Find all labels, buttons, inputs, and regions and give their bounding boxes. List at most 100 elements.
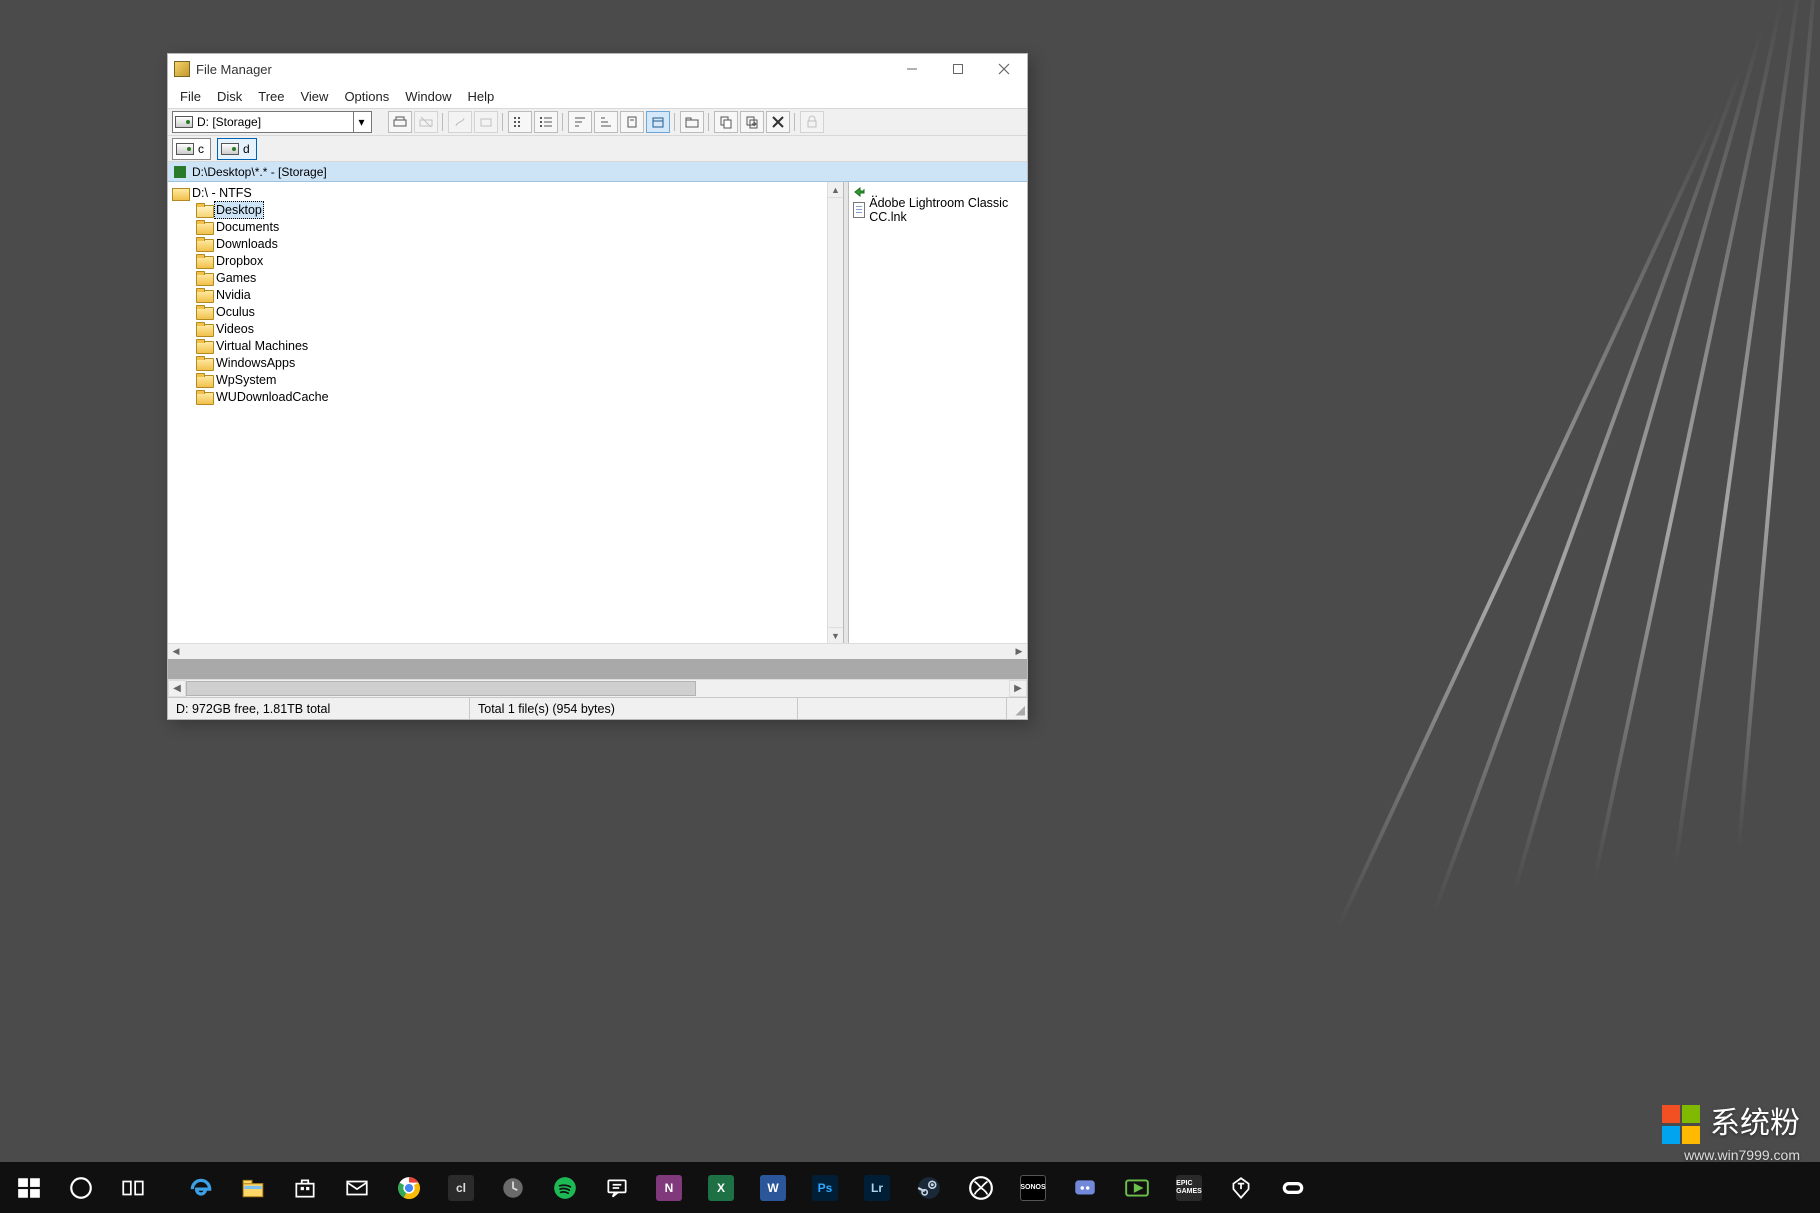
drive-icon (176, 143, 194, 155)
tree-folder[interactable]: WpSystem (172, 371, 839, 388)
file-pane[interactable]: .. Adobe Lightroom Classic CC.lnk ◀▶ (849, 182, 1027, 659)
taskbar-steam-icon[interactable] (904, 1162, 954, 1213)
cortana-button[interactable] (56, 1162, 106, 1213)
menu-view[interactable]: View (292, 87, 336, 106)
taskbar-photoshop-icon[interactable]: Ps (800, 1162, 850, 1213)
tree-folder-label: WUDownloadCache (216, 389, 329, 405)
minimize-button[interactable] (889, 54, 935, 84)
taskbar-excel-icon[interactable]: X (696, 1162, 746, 1213)
tb-stopshare-button[interactable] (474, 111, 498, 133)
taskbar-oculus-icon[interactable] (1268, 1162, 1318, 1213)
document-window: D:\Desktop\*.* - [Storage] D:\ - NTFS De… (168, 162, 1027, 659)
taskbar-destiny-icon[interactable] (1216, 1162, 1266, 1213)
taskbar-edge-icon[interactable] (176, 1162, 226, 1213)
tree-folder[interactable]: WindowsApps (172, 354, 839, 371)
folder-icon (196, 356, 212, 369)
tree-folder-label: Dropbox (216, 253, 263, 269)
tree-folder[interactable]: Videos (172, 320, 839, 337)
statusbar: D: 972GB free, 1.81TB total Total 1 file… (168, 697, 1027, 719)
taskbar-xbox-icon[interactable] (956, 1162, 1006, 1213)
taskbar-mail-icon[interactable] (332, 1162, 382, 1213)
folder-icon (196, 322, 212, 335)
taskbar-spotify-icon[interactable] (540, 1162, 590, 1213)
document-titlebar[interactable]: D:\Desktop\*.* - [Storage] (168, 162, 1027, 182)
drive-tabs: c d (168, 136, 1027, 162)
tree-folder-label: Virtual Machines (216, 338, 308, 354)
tree-folder[interactable]: Nvidia (172, 286, 839, 303)
taskbar-feedback-icon[interactable] (592, 1162, 642, 1213)
scrollbar-thumb[interactable] (186, 681, 696, 696)
tree-folder[interactable]: Dropbox (172, 252, 839, 269)
tree-folder-label: Games (216, 270, 256, 286)
drive-tab-label: d (243, 142, 250, 156)
start-button[interactable] (4, 1162, 54, 1213)
tb-connect-button[interactable] (388, 111, 412, 133)
tree-root[interactable]: D:\ - NTFS (172, 184, 839, 201)
taskbar-explorer-icon[interactable] (228, 1162, 278, 1213)
window-scrollbar-h[interactable]: ◀▶ (168, 679, 1027, 697)
tb-security-button[interactable] (800, 111, 824, 133)
drive-icon (175, 116, 193, 128)
folder-icon (196, 220, 212, 233)
file-item[interactable]: Adobe Lightroom Classic CC.lnk (853, 201, 1023, 218)
tb-share-button[interactable] (448, 111, 472, 133)
drive-tab-d[interactable]: d (217, 138, 257, 160)
tb-newfolder-button[interactable] (680, 111, 704, 133)
folder-icon (196, 288, 212, 301)
tb-disconnect-button[interactable] (414, 111, 438, 133)
folder-icon (196, 373, 212, 386)
taskbar-onenote-icon[interactable]: N (644, 1162, 694, 1213)
tb-sort-date-button[interactable] (646, 111, 670, 133)
taskbar-word-icon[interactable]: W (748, 1162, 798, 1213)
taskbar-epic-icon[interactable]: EPICGAMES (1164, 1162, 1214, 1213)
tb-view-details-button[interactable] (534, 111, 558, 133)
up-arrow-icon (853, 186, 867, 200)
tb-delete-button[interactable] (766, 111, 790, 133)
folder-icon (196, 339, 212, 352)
taskbar-sonos-icon[interactable]: SONOS (1008, 1162, 1058, 1213)
tree-scrollbar-v[interactable]: ▲▼ (827, 182, 843, 643)
tb-sort-size-button[interactable] (620, 111, 644, 133)
menubar: File Disk Tree View Options Window Help (168, 84, 1027, 108)
tree-folder-label: Nvidia (216, 287, 251, 303)
tb-sort-name-button[interactable] (568, 111, 592, 133)
taskbar-store-icon[interactable] (280, 1162, 330, 1213)
resize-grip[interactable]: ◢ (1007, 698, 1027, 719)
folder-icon (196, 254, 212, 267)
tree-folder[interactable]: Documents (172, 218, 839, 235)
tree-folder[interactable]: Virtual Machines (172, 337, 839, 354)
menu-help[interactable]: Help (460, 87, 503, 106)
tree-folder[interactable]: WUDownloadCache (172, 388, 839, 405)
tb-sort-type-button[interactable] (594, 111, 618, 133)
tree-pane[interactable]: D:\ - NTFS DesktopDocumentsDownloadsDrop… (168, 182, 843, 659)
tree-folder[interactable]: Oculus (172, 303, 839, 320)
taskbar-lightroom-icon[interactable]: Lr (852, 1162, 902, 1213)
titlebar[interactable]: File Manager (168, 54, 1027, 84)
watermark-url: www.win7999.com (1662, 1147, 1800, 1163)
file-scrollbar-h[interactable]: ◀▶ (849, 643, 1027, 659)
menu-options[interactable]: Options (336, 87, 397, 106)
taskbar-chrome-icon[interactable] (384, 1162, 434, 1213)
drive-tab-c[interactable]: c (172, 138, 211, 160)
menu-disk[interactable]: Disk (209, 87, 250, 106)
tb-view-name-button[interactable] (508, 111, 532, 133)
maximize-button[interactable] (935, 54, 981, 84)
task-view-button[interactable] (108, 1162, 158, 1213)
menu-window[interactable]: Window (397, 87, 459, 106)
tb-move-button[interactable] (740, 111, 764, 133)
drive-icon (172, 186, 188, 199)
drive-dropdown[interactable]: D: [Storage] ▾ (172, 111, 372, 133)
menu-file[interactable]: File (172, 87, 209, 106)
tb-copy-button[interactable] (714, 111, 738, 133)
tree-folder[interactable]: Downloads (172, 235, 839, 252)
taskbar-clock-icon[interactable] (488, 1162, 538, 1213)
tree-folder[interactable]: Desktop (172, 201, 839, 218)
close-button[interactable] (981, 54, 1027, 84)
taskbar-discord-icon[interactable] (1060, 1162, 1110, 1213)
tree-folder[interactable]: Games (172, 269, 839, 286)
file-manager-window: File Manager File Disk Tree View Options… (167, 53, 1028, 720)
folder-icon (196, 390, 212, 403)
taskbar-gamebar-icon[interactable] (1112, 1162, 1162, 1213)
taskbar-terminal-icon[interactable]: cl (436, 1162, 486, 1213)
menu-tree[interactable]: Tree (250, 87, 292, 106)
